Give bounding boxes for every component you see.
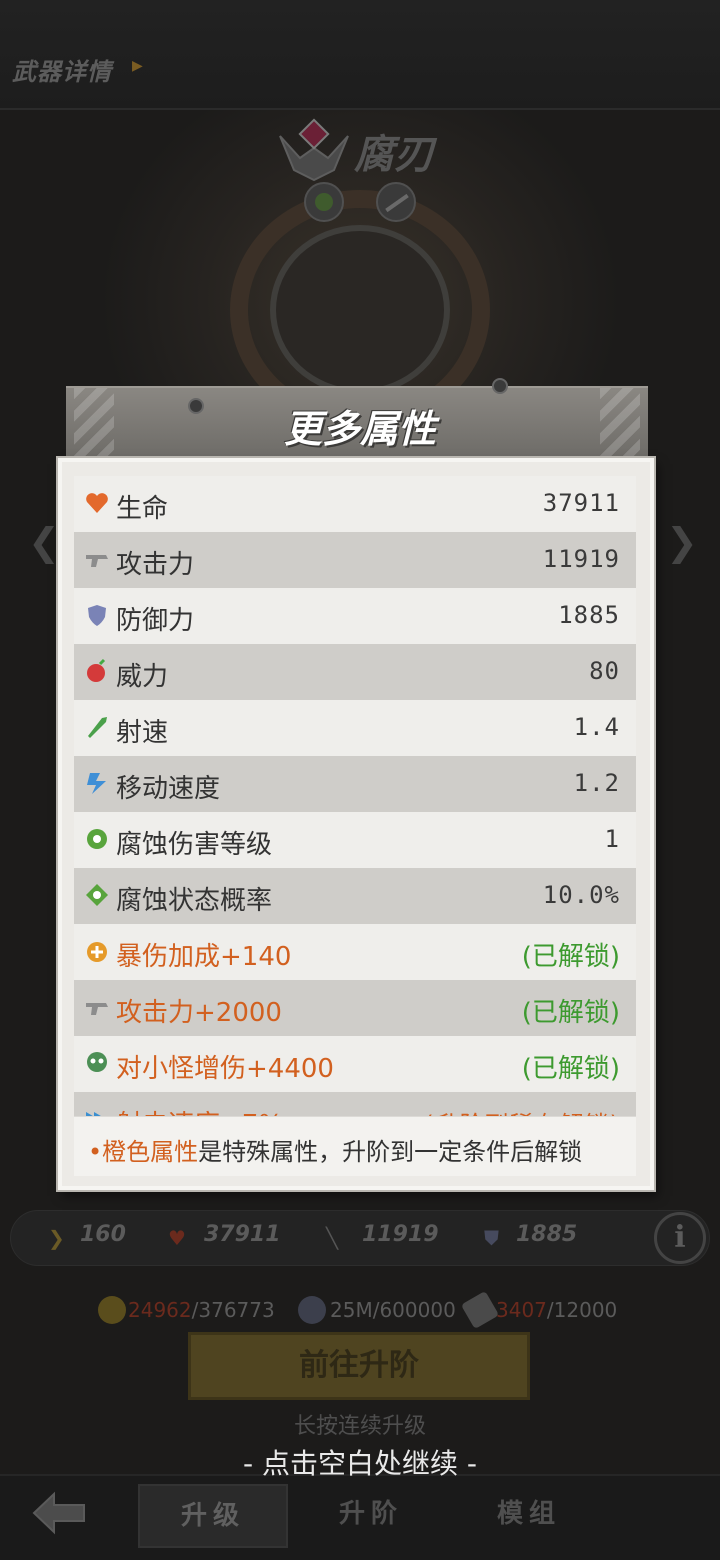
previous-weapon-arrow-icon[interactable]: ❮ <box>28 520 60 564</box>
go-rank-up-button[interactable]: 前往升阶 <box>188 1332 530 1400</box>
attribute-label: 防御力 <box>116 606 195 636</box>
attribute-row: 腐蚀状态概率 10.0% <box>74 868 636 924</box>
long-press-hint: 长按连续升级 <box>293 1414 426 1439</box>
weapon-name: 腐刃 <box>354 132 434 178</box>
crit-icon <box>87 942 107 962</box>
attribute-label: 腐蚀状态概率 <box>116 886 273 916</box>
footer-note: •橙色属性是特殊属性，升阶到一定条件后解锁 <box>88 1138 583 1166</box>
attribute-value: (已解锁) <box>521 942 620 972</box>
shield-icon: ⛊ <box>484 1226 499 1250</box>
gold-resource: 24962/376773 <box>128 1298 275 1322</box>
attribute-row: 暴伤加成+140 (已解锁) <box>74 924 636 980</box>
attribute-row: 射速 1.4 <box>74 700 636 756</box>
attribute-row: 攻击力+2000 (已解锁) <box>74 980 636 1036</box>
page-title: 武器详情 <box>12 58 112 86</box>
back-arrow-icon[interactable] <box>30 1490 88 1536</box>
weapon-display <box>270 225 450 395</box>
bullet-icon <box>88 717 107 738</box>
plate-resource: 3407/12000 <box>496 1298 618 1322</box>
attribute-value: 80 <box>589 657 620 685</box>
heart-icon <box>86 493 108 513</box>
attribute-label: 攻击力 <box>116 550 195 580</box>
attribute-row: 攻击力 11919 <box>74 532 636 588</box>
info-button[interactable]: i <box>654 1212 706 1264</box>
biohazard-icon <box>87 829 107 849</box>
attribute-list[interactable]: 生命 37911 攻击力 11919 防御力 1885 威力 80 射速 1.4 移动速度 1.2 腐蚀… <box>74 476 636 1116</box>
attribute-label: 射击速度+7% <box>116 1104 283 1116</box>
attribute-value: 1.4 <box>573 713 620 741</box>
boot-icon <box>87 773 106 794</box>
corrosion-icon <box>86 884 108 906</box>
corrosion-element-icon[interactable] <box>304 182 344 222</box>
attribute-value: 37911 <box>542 489 620 517</box>
attribute-label: 威力 <box>116 662 169 692</box>
gear-resource: 25M/600000 <box>330 1298 456 1322</box>
modal-title: 更多属性 <box>283 407 436 451</box>
attribute-value: 1 <box>604 825 620 853</box>
attribute-value: 1.2 <box>573 769 620 797</box>
rank-emblem-icon <box>279 118 349 182</box>
attribute-label: 对小怪增伤+4400 <box>116 1054 334 1084</box>
attribute-row: 威力 80 <box>74 644 636 700</box>
attribute-value: 11919 <box>542 545 620 573</box>
chevron-right-icon: ▶ <box>132 58 143 74</box>
gun-icon <box>86 555 108 567</box>
shield-icon <box>88 605 106 626</box>
footer-highlight: 橙色属性 <box>102 1138 199 1166</box>
level-chevron-icon: ❯ <box>48 1226 65 1250</box>
attack-value: 11919 <box>362 1222 439 1247</box>
footer-text: 是特殊属性，升阶到一定条件后解锁 <box>198 1138 583 1166</box>
next-weapon-arrow-icon[interactable]: ❯ <box>666 520 698 564</box>
heart-icon: ♥ <box>168 1226 186 1250</box>
attribute-label: 移动速度 <box>116 774 221 804</box>
tap-to-continue-hint: - 点击空白处继续 - <box>242 1447 477 1480</box>
attribute-label: 射速 <box>116 718 169 748</box>
attribute-row: 射击速度+7% (升阶到稀有解锁) <box>74 1092 636 1116</box>
tab-upgrade[interactable]: 升级 <box>138 1484 288 1548</box>
gun-icon <box>86 1003 108 1015</box>
tab-modules[interactable]: 模组 <box>454 1484 604 1548</box>
attribute-label: 暴伤加成+140 <box>116 942 292 972</box>
attribute-row: 防御力 1885 <box>74 588 636 644</box>
tab-rank-up[interactable]: 升阶 <box>296 1484 446 1548</box>
skull-icon <box>87 1052 107 1072</box>
attribute-row: 移动速度 1.2 <box>74 756 636 812</box>
attribute-value: 1885 <box>558 601 620 629</box>
attribute-value: (已解锁) <box>521 998 620 1028</box>
attribute-value: 10.0% <box>542 881 620 909</box>
hp-value: 37911 <box>204 1222 281 1247</box>
attribute-row: 腐蚀伤害等级 1 <box>74 812 636 868</box>
weapon-type-icon[interactable] <box>376 182 416 222</box>
nail-decoration <box>492 378 508 394</box>
gun-icon: ╲ <box>326 1226 339 1250</box>
speed-icon <box>86 1112 101 1116</box>
attribute-label: 攻击力+2000 <box>116 998 282 1028</box>
bomb-icon <box>87 658 106 682</box>
attribute-row: 生命 37911 <box>74 476 636 532</box>
defense-value: 1885 <box>516 1222 578 1247</box>
attribute-value: (已解锁) <box>521 1054 620 1084</box>
level-value: 160 <box>80 1222 126 1247</box>
attribute-label: 腐蚀伤害等级 <box>116 830 273 860</box>
attribute-value: (升阶到稀有解锁) <box>424 1105 620 1116</box>
attribute-label: 生命 <box>116 494 169 524</box>
gold-coin-icon <box>98 1296 126 1324</box>
attribute-row: 对小怪增伤+4400 (已解锁) <box>74 1036 636 1092</box>
gear-icon <box>298 1296 326 1324</box>
